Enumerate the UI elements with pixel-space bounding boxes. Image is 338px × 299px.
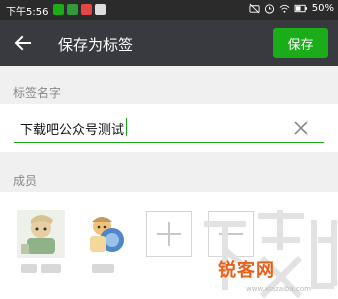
battery-icon — [294, 4, 307, 13]
status-right: 50% — [249, 3, 334, 14]
image-icon — [95, 4, 106, 15]
wifi-icon — [279, 4, 290, 13]
save-button[interactable]: 保存 — [273, 28, 328, 58]
input-underline — [14, 142, 324, 143]
close-icon[interactable] — [293, 120, 309, 136]
status-time: 下午5:56 — [6, 7, 49, 18]
wechat-icon — [53, 4, 64, 15]
phone-icon — [67, 4, 78, 15]
mute-icon — [249, 3, 260, 14]
avatar-icon — [80, 210, 128, 258]
alarm-icon — [264, 4, 274, 14]
avatar[interactable] — [17, 210, 65, 258]
avatar-icon — [17, 210, 65, 258]
tag-name-field — [0, 104, 338, 152]
tag-name-label: 标签名字 — [13, 86, 62, 100]
text-caret — [126, 118, 127, 136]
members-label: 成员 — [13, 174, 38, 188]
notification-icon — [81, 4, 92, 15]
page-title: 保存为标签 — [58, 36, 134, 54]
member-name — [17, 262, 65, 274]
minus-icon — [219, 233, 243, 235]
tag-name-input[interactable] — [20, 118, 270, 138]
member-name — [80, 262, 128, 274]
plus-icon — [157, 222, 181, 246]
battery-level: 50% — [311, 3, 334, 14]
remove-member-button[interactable] — [208, 211, 254, 257]
status-bar: 下午5:56 50% — [0, 0, 338, 20]
add-member-button[interactable] — [146, 211, 192, 257]
avatar[interactable] — [80, 210, 128, 258]
arrow-left-icon[interactable] — [12, 32, 34, 54]
